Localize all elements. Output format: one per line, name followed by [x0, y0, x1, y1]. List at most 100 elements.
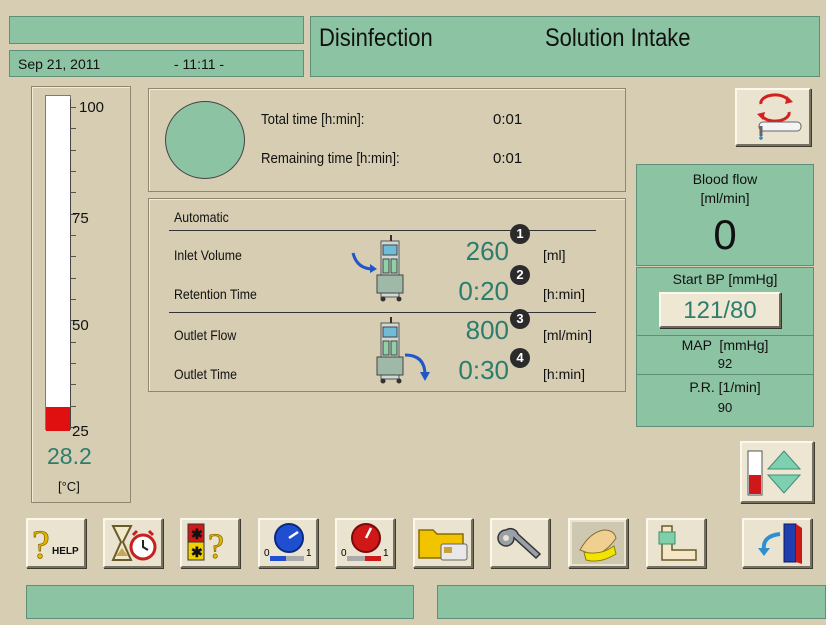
map-value: 92: [717, 356, 733, 371]
scale-label-75: 75: [72, 210, 89, 227]
scale-label-25: 25: [72, 423, 89, 440]
inlet-volume-label: Inlet Volume: [174, 247, 242, 263]
thermometer-tick: [70, 192, 76, 194]
automatic-label: Automatic: [174, 209, 229, 225]
outlet-time-label: Outlet Time: [174, 366, 238, 382]
start-bp-button[interactable]: 121/80: [659, 292, 781, 328]
folder-card-button[interactable]: [413, 518, 473, 568]
thermometer-tick: [70, 171, 76, 172]
step-badge-3: 3: [510, 309, 530, 329]
remaining-time-value: 0:01: [493, 150, 523, 167]
red-dial-max: 1: [383, 548, 389, 559]
line-swap-button[interactable]: [735, 88, 811, 146]
thermometer-scale-line: [70, 99, 71, 429]
map-label: MAP [mmHg]: [681, 337, 769, 353]
dialysis-machine-inlet-icon: [351, 235, 404, 302]
thermometer-tick: [70, 128, 76, 130]
message-bar-left: [26, 585, 414, 619]
bp-divider: [637, 335, 813, 336]
folder-card-icon: [418, 529, 468, 561]
thermometer-tick: [70, 149, 76, 151]
cleaning-hand-icon: [572, 522, 624, 564]
retention-time-value[interactable]: 0:20: [429, 276, 509, 307]
total-time-label: Total time [h:min]:: [261, 111, 365, 128]
blue-dial-max: 1: [306, 548, 312, 559]
thermometer-tick: [70, 235, 76, 236]
arm-cuff-icon: [658, 525, 697, 561]
pr-value: 90: [717, 400, 733, 415]
outlet-flow-label: Outlet Flow: [174, 327, 237, 343]
message-bar-right: [437, 585, 826, 619]
phase-title: Solution Intake: [545, 24, 691, 52]
header-title-bar: Disinfection Solution Intake: [310, 16, 820, 77]
exit-door-icon: [758, 523, 802, 564]
pr-label: P.R. [1/min]: [689, 379, 761, 395]
thermometer-tube: [45, 95, 71, 430]
blood-flow-panel: Blood flow [ml/min] 0: [636, 164, 814, 266]
help-button[interactable]: ? HELP: [26, 518, 86, 568]
red-gauge-icon: 0 1: [341, 523, 389, 561]
hourglass-clock-icon: [111, 525, 157, 561]
outlet-flow-unit: [ml/min]: [543, 327, 592, 343]
wrench-icon: [497, 527, 542, 560]
blood-flow-value: 0: [713, 211, 737, 258]
blue-dial-min: 0: [264, 548, 270, 559]
start-bp-value: 121/80: [683, 297, 757, 324]
temperature-panel: 100 75 50 25 28.2 [°C]: [31, 86, 131, 503]
temperature-adjust-button[interactable]: [740, 441, 814, 503]
svg-text:?: ?: [208, 526, 224, 566]
temperature-value: 28.2: [47, 443, 92, 469]
header-status-bar: [9, 16, 304, 44]
thermometer-tick: [70, 299, 76, 300]
total-time-value: 0:01: [493, 111, 523, 128]
inlet-volume-unit: [ml]: [543, 247, 566, 263]
alarm-status-help-icon: ✱ ✱ ?: [187, 523, 224, 566]
red-dial-min: 0: [341, 548, 347, 559]
thermometer-tick: [70, 384, 76, 386]
thermometer-tick: [70, 363, 76, 364]
exit-button[interactable]: [742, 518, 812, 568]
header-datetime-bar: Sep 21, 2011 - 11:11 -: [9, 50, 304, 77]
cleaning-button[interactable]: [568, 518, 628, 568]
timer-alarm-button[interactable]: [103, 518, 163, 568]
thermometer-tick: [70, 341, 76, 343]
retention-time-label: Retention Time: [174, 286, 257, 302]
thermometer-fill: [46, 407, 70, 431]
step-badge-4: 4: [510, 348, 530, 368]
thermometer-tick: [70, 405, 76, 407]
scale-label-100: 100: [79, 99, 105, 116]
help-label: HELP: [52, 546, 79, 557]
blue-dial-button[interactable]: 0 1: [258, 518, 318, 568]
thermometer-tick: [70, 107, 76, 108]
blue-gauge-icon: 0 1: [264, 523, 312, 561]
blood-pressure-panel: Start BP [mmHg] 121/80 MAP [mmHg] 92 P.R…: [636, 267, 814, 427]
header-time: - 11:11 -: [174, 56, 225, 72]
patient-arm-button[interactable]: [646, 518, 706, 568]
start-bp-label: Start BP [mmHg]: [672, 271, 778, 287]
thermometer-tick: [70, 277, 76, 279]
blood-flow-label: Blood flow: [692, 171, 758, 187]
step-badge-1: 1: [510, 224, 530, 244]
program-panel: Automatic Inlet Volume Retention Time Ou…: [148, 198, 626, 392]
header-date: Sep 21, 2011: [18, 56, 101, 72]
help-icon: ?: [32, 522, 51, 566]
blood-flow-unit: [ml/min]: [700, 190, 750, 206]
red-dial-button[interactable]: 0 1: [335, 518, 395, 568]
temperature-unit: [°C]: [58, 479, 80, 494]
thermometer-tick: [70, 256, 76, 258]
retention-time-unit: [h:min]: [543, 286, 586, 302]
svg-text:✱: ✱: [191, 544, 203, 560]
outlet-time-value[interactable]: 0:30: [429, 355, 509, 386]
step-badge-2: 2: [510, 265, 530, 285]
line-swap-icon: [757, 93, 802, 140]
service-wrench-button[interactable]: [490, 518, 550, 568]
inlet-volume-value[interactable]: 260: [429, 236, 509, 267]
pr-divider: [637, 374, 813, 375]
divider-middle: [169, 312, 596, 313]
svg-text:✱: ✱: [191, 526, 203, 542]
alarm-help-button[interactable]: ✱ ✱ ?: [180, 518, 240, 568]
progress-circle: [165, 101, 245, 179]
scale-label-50: 50: [72, 317, 89, 334]
temperature-adjust-icon: [747, 450, 802, 496]
outlet-flow-value[interactable]: 800: [429, 315, 509, 346]
